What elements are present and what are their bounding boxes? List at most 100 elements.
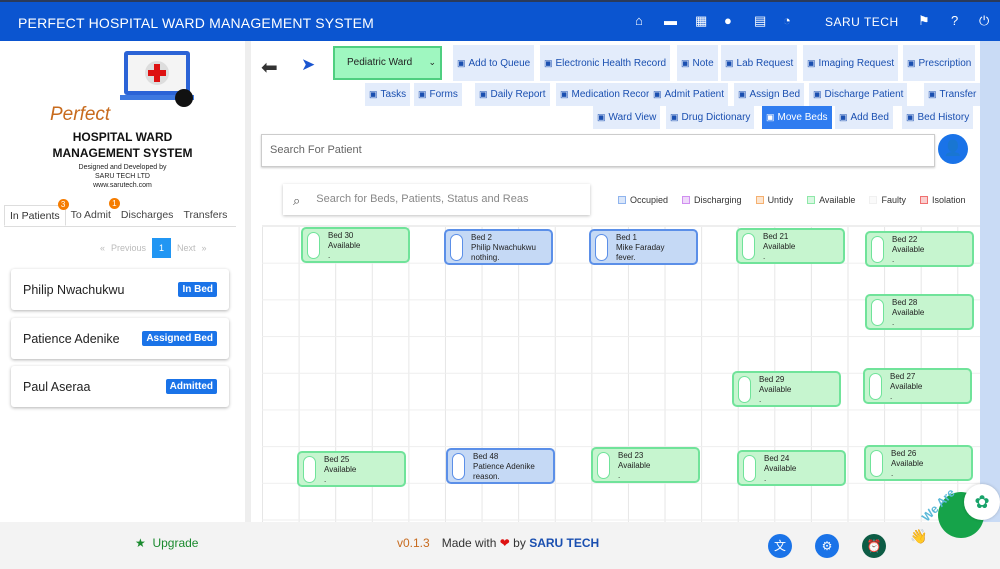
drug-dictionary-button[interactable]: ▣ Drug Dictionary — [666, 106, 755, 129]
bed-card[interactable]: Bed 23 Available. — [591, 447, 700, 483]
ward-select[interactable]: Pediatric Ward ⌄ — [333, 46, 442, 80]
forms-button[interactable]: ▣ Forms — [414, 83, 462, 106]
assign-bed-button[interactable]: ▣ Assign Bed — [734, 83, 805, 106]
status-badge: Admitted — [165, 379, 217, 394]
building-icon[interactable]: ▦ — [695, 13, 707, 29]
add-bed-button[interactable]: ▣ Add Bed — [835, 106, 893, 129]
bed-card[interactable]: Bed 48 Patience Adenike reason. — [446, 448, 555, 484]
bed-card[interactable]: Bed 24 Available. — [737, 450, 846, 486]
patient-card[interactable]: Philip Nwachukwu In Bed — [11, 269, 229, 310]
patient-search-input[interactable]: Search For Patient — [261, 134, 935, 167]
patient-card[interactable]: Paul Aseraa Admitted — [11, 366, 229, 407]
bed-card[interactable]: Bed 28 Available. — [865, 294, 974, 330]
electronic-health-record-button[interactable]: ▣ Electronic Health Record — [540, 45, 671, 81]
legend-swatch — [807, 196, 816, 204]
bed-icon — [871, 236, 884, 263]
button-label: Assign Bed — [749, 89, 801, 100]
electronic-health-record-icon: ▣ — [544, 58, 553, 68]
lab-request-button[interactable]: ▣ Lab Request — [721, 45, 798, 81]
bed-card[interactable]: Bed 26 Available. — [864, 445, 973, 481]
ai-assistant-icon[interactable]: ✿ — [964, 484, 1000, 520]
patient-card[interactable]: Patience Adenike Assigned Bed — [11, 318, 229, 359]
move-beds-button[interactable]: ▣ Move Beds — [762, 106, 832, 129]
add-patient-button[interactable]: 👤 — [938, 134, 968, 164]
sidebar-scrollbar[interactable] — [245, 41, 251, 522]
tab-discharges[interactable]: Discharges — [116, 205, 179, 226]
button-label: Ward View — [608, 112, 657, 123]
move-beds-icon: ▣ — [766, 112, 775, 122]
transfer-icon: ▣ — [928, 89, 937, 99]
bed-reason: . — [618, 471, 621, 480]
bed-reason: fever. — [616, 253, 636, 262]
bed-card[interactable]: Bed 2 Philip Nwachukwu nothing. — [444, 229, 553, 265]
medication-record-button[interactable]: ▣ Medication Record — [556, 83, 659, 106]
tasks-button[interactable]: ▣ Tasks — [365, 83, 411, 106]
list-icon[interactable]: ● — [724, 13, 732, 28]
bed-search-input[interactable]: ⌕ Search for Beds, Patients, Status and R… — [283, 184, 590, 215]
add-to-queue-button[interactable]: ▣ Add to Queue — [453, 45, 535, 81]
note-button[interactable]: ▣ Note — [677, 45, 718, 81]
bed-history-button[interactable]: ▣ Bed History — [902, 106, 974, 129]
tab-transfers[interactable]: Transfers — [178, 205, 232, 226]
bed-status: Available — [890, 382, 923, 391]
pie-chart-icon[interactable]: ◔ — [783, 13, 791, 28]
bed-reason: . — [324, 475, 327, 484]
bed-status: Available — [328, 241, 361, 250]
admit-patient-button[interactable]: ▣ Admit Patient — [649, 83, 728, 106]
chevron-down-icon: ⌄ — [428, 57, 436, 67]
daily-report-button[interactable]: ▣ Daily Report — [475, 83, 550, 106]
ward-view-button[interactable]: ▣ Ward View — [593, 106, 661, 129]
back-arrow-icon[interactable]: ⬅ — [261, 55, 278, 80]
button-label: Electronic Health Record — [555, 58, 667, 69]
bed-card[interactable]: Bed 1 Mike Faraday fever. — [589, 229, 698, 265]
cash-register-icon[interactable]: ▤ — [754, 13, 766, 29]
logo-title-2: MANAGEMENT SYSTEM — [52, 146, 193, 160]
hospital-icon[interactable]: ⌂ — [635, 13, 643, 28]
flag-icon[interactable]: ⚑ — [918, 13, 930, 29]
patient-name: Patience Adenike — [23, 332, 120, 346]
previous-button[interactable]: Previous — [111, 243, 146, 253]
bed-icon — [742, 233, 755, 260]
credit-website: www.sarutech.com — [93, 182, 152, 189]
discharge-patient-button[interactable]: ▣ Discharge Patient — [809, 83, 908, 106]
bed-reason: . — [890, 392, 893, 401]
bed-card[interactable]: Bed 29 Available. — [732, 371, 841, 407]
power-icon[interactable]: ⏻ — [979, 13, 989, 29]
bed-search-placeholder: Search for Beds, Patients, Status and Re… — [316, 193, 529, 205]
prev-icon[interactable]: « — [100, 243, 105, 253]
lab-request-icon: ▣ — [725, 58, 734, 68]
bed-icon[interactable]: ▬ — [664, 13, 677, 28]
settings-icon[interactable]: ⚙ — [815, 534, 839, 558]
tab-in-patients[interactable]: In Patients 3 — [4, 199, 69, 226]
alarm-clock-icon[interactable]: ⏰ — [862, 534, 886, 558]
bed-reason: nothing. — [471, 253, 500, 262]
bed-icon — [595, 234, 608, 261]
main-scrollbar[interactable] — [980, 41, 1000, 522]
admit-patient-icon: ▣ — [653, 89, 662, 99]
bed-card[interactable]: Bed 21 Available. — [736, 228, 845, 264]
transfer-button[interactable]: ▣ Transfer — [924, 83, 981, 106]
button-label: Tasks — [380, 89, 407, 100]
next-icon[interactable]: » — [202, 243, 207, 253]
bed-card[interactable]: Bed 30 Available. — [301, 227, 410, 263]
button-label: Move Beds — [777, 112, 828, 123]
brand-link[interactable]: SARU TECH — [529, 536, 599, 550]
legend-available: Available — [807, 195, 855, 205]
page-1-button[interactable]: 1 — [152, 238, 172, 258]
bed-card[interactable]: Bed 27 Available. — [863, 368, 972, 404]
tab-to-admit[interactable]: To Admit 1 — [66, 198, 120, 226]
user-name[interactable]: SARU TECH — [825, 15, 899, 29]
cursor-pointer-icon[interactable]: ➤ — [301, 55, 315, 75]
daily-report-icon: ▣ — [479, 89, 488, 99]
imaging-request-button[interactable]: ▣ Imaging Request — [803, 45, 899, 81]
prescription-button[interactable]: ▣ Prescription — [903, 45, 976, 81]
help-icon[interactable]: ? — [951, 13, 958, 28]
made-with-label: Made with — [441, 536, 497, 550]
bed-reason: . — [892, 318, 895, 327]
upgrade-link[interactable]: ★ Upgrade — [135, 536, 198, 550]
next-button[interactable]: Next — [177, 243, 196, 253]
bed-card[interactable]: Bed 22 Available. — [865, 231, 974, 267]
translate-icon[interactable]: 文 — [768, 534, 792, 558]
bed-card[interactable]: Bed 25 Available. — [297, 451, 406, 487]
version: v0.1.3 — [397, 536, 430, 550]
